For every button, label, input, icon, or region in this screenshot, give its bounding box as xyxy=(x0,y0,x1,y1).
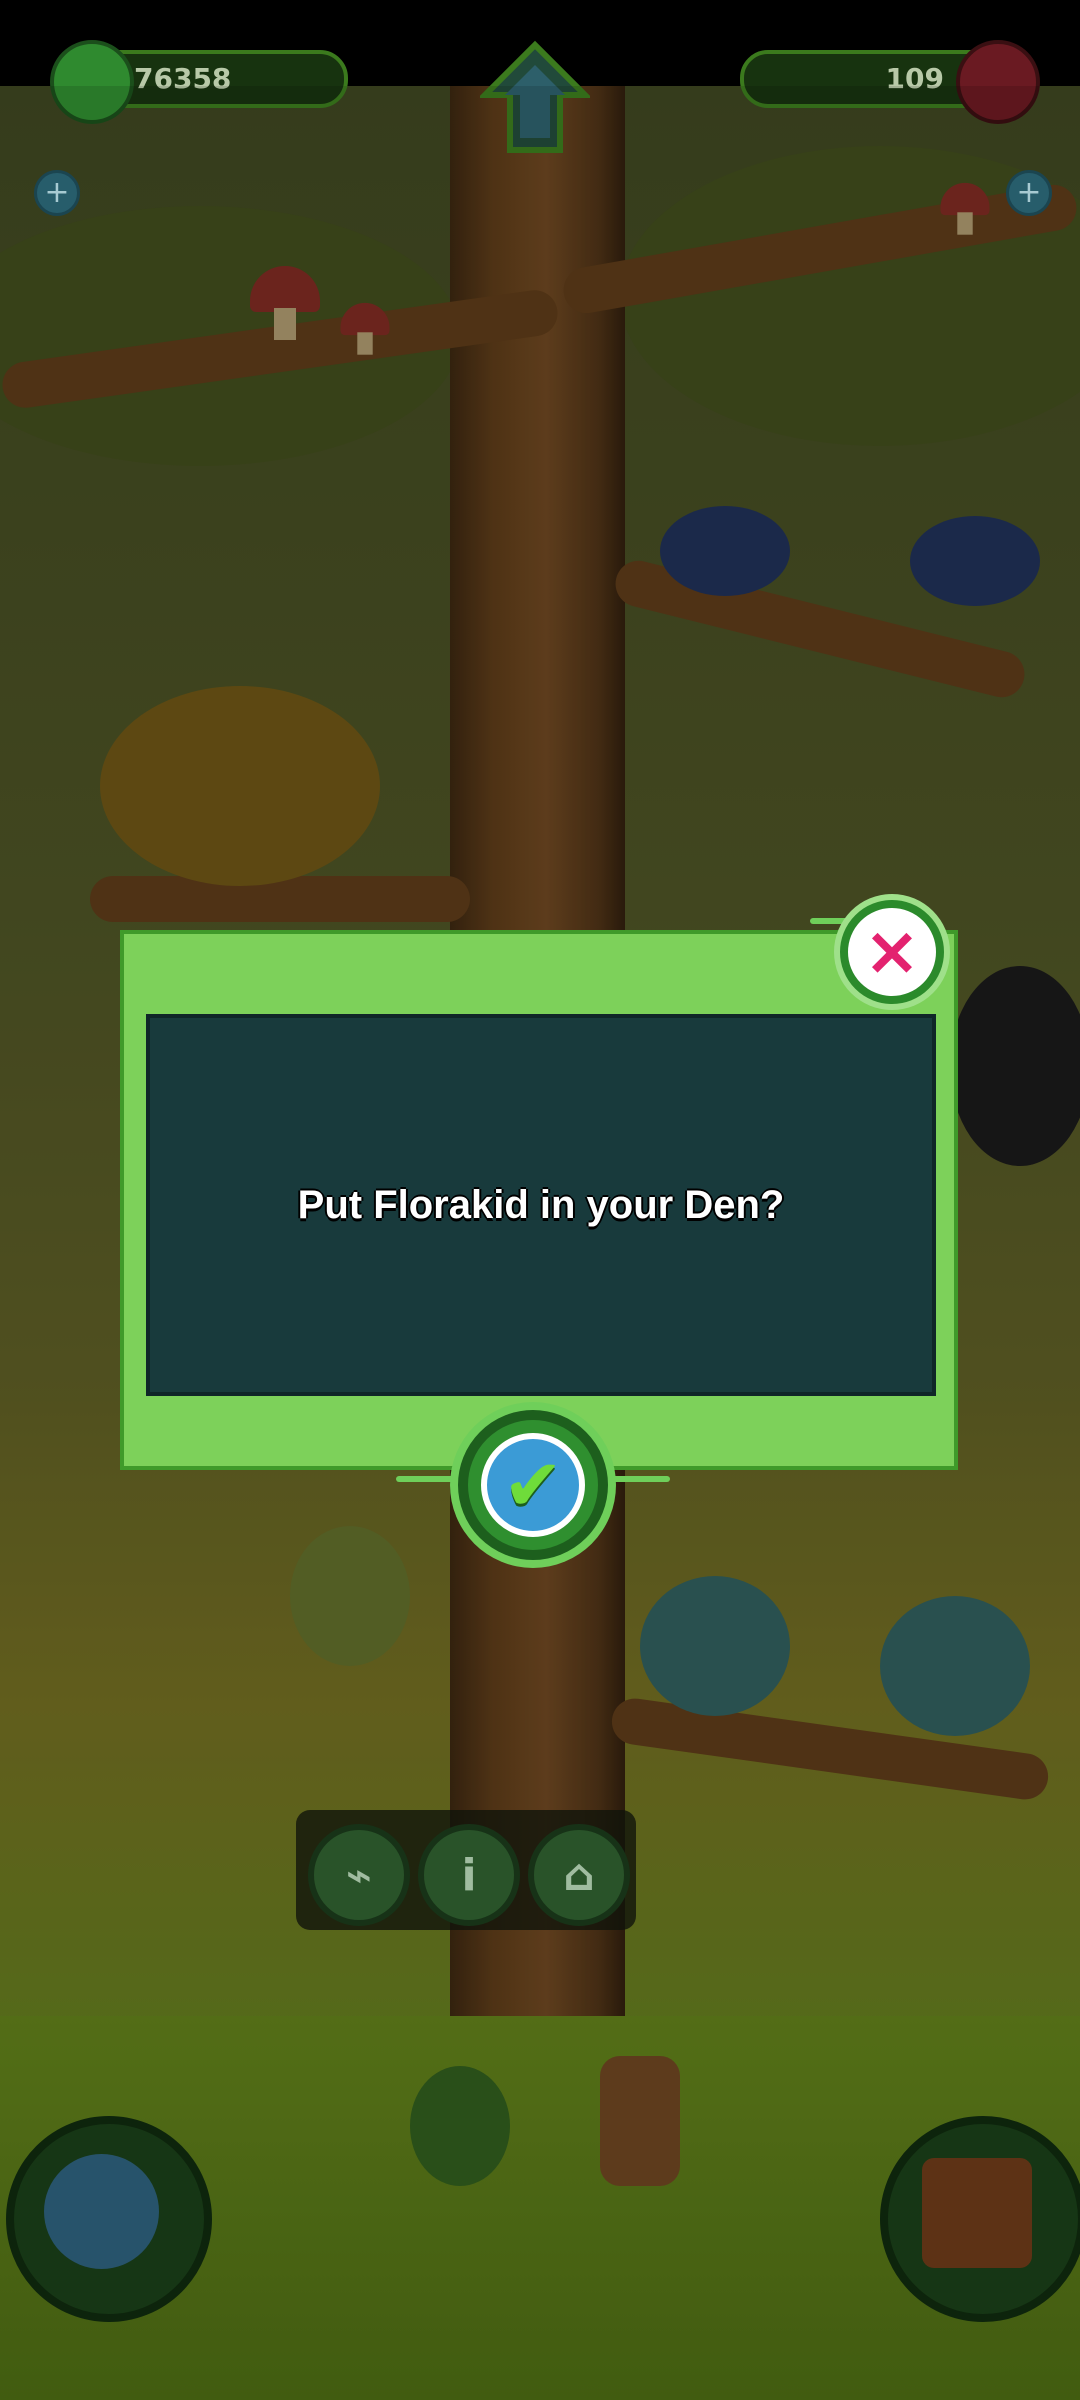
dialog-flourish xyxy=(600,1476,670,1482)
dialog-flourish xyxy=(396,1476,466,1482)
close-dialog-button[interactable]: × xyxy=(840,900,944,1004)
dialog-message-panel: Put Florakid in your Den? xyxy=(146,1014,936,1396)
confirm-inner: ✔ xyxy=(481,1433,585,1537)
checkmark-icon: ✔ xyxy=(502,1443,564,1527)
close-icon: × xyxy=(863,912,921,991)
confirm-button[interactable]: ✔ xyxy=(458,1410,608,1560)
dialog-message: Put Florakid in your Den? xyxy=(297,1182,785,1227)
confirm-dialog: Put Florakid in your Den? xyxy=(120,930,958,1470)
